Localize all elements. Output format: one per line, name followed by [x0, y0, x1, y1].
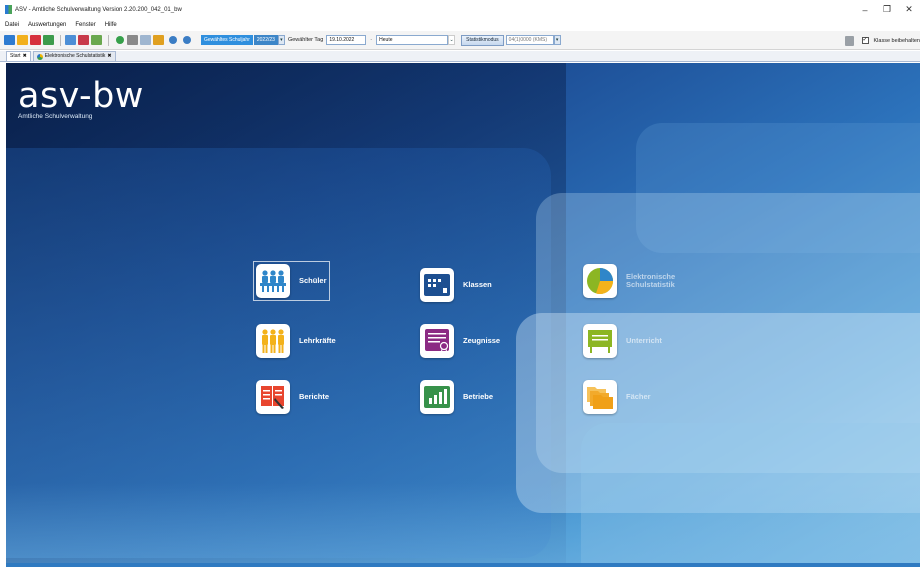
teachers-toolbar-icon[interactable] [17, 35, 28, 45]
companies-icon [420, 380, 454, 414]
keep-class-label: Klasse beibehalten [873, 37, 920, 44]
brand-logo: asv-bw Amtliche Schulverwaltung [18, 77, 144, 120]
schoolyear-select[interactable]: 2022/23 [253, 35, 278, 45]
bottom-strip [6, 563, 920, 567]
module-faecher-label: Fächer [626, 392, 651, 401]
toolbar-right: ✓ Klasse beibehalten [844, 31, 920, 50]
close-icon[interactable]: ✕ [898, 0, 920, 19]
close-icon[interactable]: ✖ [107, 52, 111, 61]
statistics-toolbar-icon[interactable] [91, 35, 102, 45]
module-schueler[interactable]: Schüler [253, 261, 330, 301]
module-zeugnisse-label: Zeugnisse [463, 336, 501, 345]
pie-chart-icon [583, 264, 617, 298]
help-icon[interactable] [183, 36, 191, 44]
module-unterricht[interactable]: Unterricht [583, 324, 662, 358]
module-lehrkraefte-label: Lehrkräfte [299, 336, 336, 345]
classes-toolbar-icon[interactable] [30, 35, 41, 45]
folders-icon [583, 380, 617, 414]
grades-toolbar-icon[interactable] [78, 35, 89, 45]
toolbar-separator [108, 34, 109, 46]
module-statistik[interactable]: Elektronische Schulstatistik [583, 264, 703, 298]
day-label: Gewählter Tag [287, 37, 324, 43]
module-lehrkraefte[interactable]: Lehrkräfte [256, 324, 336, 358]
module-berichte-label: Berichte [299, 392, 330, 401]
menu-datei[interactable]: Datei [5, 22, 19, 28]
tab-statistik-label: Elektronische Schulstatistik [44, 53, 106, 59]
filter-toolbar-icon[interactable] [153, 35, 164, 45]
module-unterricht-label: Unterricht [626, 336, 662, 345]
schoolyear-label: Gewähltes Schuljahr [201, 35, 253, 45]
module-berichte[interactable]: Berichte [256, 380, 329, 414]
day-input[interactable]: 19.10.2022 [326, 35, 367, 45]
report-toolbar-icon[interactable] [65, 35, 76, 45]
chevron-down-icon[interactable]: ▾ [277, 35, 285, 45]
module-faecher[interactable]: Fächer [583, 380, 651, 414]
lessons-toolbar-icon[interactable] [43, 35, 54, 45]
lessons-icon [583, 324, 617, 358]
module-betriebe-label: Betriebe [463, 392, 494, 401]
module-klassen-label: Klassen [463, 280, 492, 289]
day-separator: - [370, 37, 373, 43]
toolbar-separator [60, 34, 61, 46]
class-icon[interactable] [844, 35, 854, 46]
tab-start[interactable]: Start ✖ [6, 51, 31, 61]
menu-fenster[interactable]: Fenster [75, 22, 95, 28]
tab-start-label: Start [10, 53, 21, 59]
info-icon[interactable] [169, 36, 177, 44]
menu-auswertungen[interactable]: Auswertungen [28, 22, 66, 28]
menu-hilfe[interactable]: Hilfe [105, 22, 117, 28]
module-zeugnisse[interactable]: Zeugnisse [420, 324, 500, 358]
module-schueler-label: Schüler [299, 276, 327, 285]
tab-bar: Start ✖ Elektronische Schulstatistik ✖ [0, 51, 920, 62]
title-bar: ASV - Amtliche Schulverwaltung Version 2… [0, 0, 920, 19]
toolbar: Gewähltes Schuljahr 2022/23 ▾ Gewählter … [0, 31, 920, 50]
start-screen: asv-bw Amtliche Schulverwaltung Schüler [6, 63, 920, 567]
reports-icon [256, 380, 290, 414]
module-klassen[interactable]: Klassen [420, 268, 492, 302]
settings-toolbar-icon[interactable] [127, 35, 138, 45]
statistics-tab-icon [36, 53, 43, 60]
day-preset-select[interactable]: Heute [376, 35, 449, 45]
module-betriebe[interactable]: Betriebe [420, 380, 493, 414]
close-icon[interactable]: ✖ [23, 52, 27, 61]
print-toolbar-icon[interactable] [140, 35, 151, 45]
restore-icon[interactable]: ❐ [876, 0, 898, 19]
teachers-icon [256, 324, 290, 358]
chevron-down-icon[interactable]: ▾ [553, 35, 561, 45]
app-icon [5, 5, 12, 14]
refresh-icon[interactable] [116, 36, 124, 44]
background-shape [6, 483, 920, 567]
certificates-icon [420, 324, 454, 358]
menu-bar: Datei Auswertungen Fenster Hilfe [0, 19, 920, 30]
tab-statistik[interactable]: Elektronische Schulstatistik ✖ [32, 51, 116, 61]
minimize-icon[interactable]: – [854, 0, 876, 19]
module-statistik-label: Elektronische Schulstatistik [626, 272, 676, 289]
brand-name: asv-bw [18, 76, 144, 116]
classes-icon [420, 268, 454, 302]
window-controls: – ❐ ✕ [854, 0, 920, 19]
chevron-down-icon[interactable]: ⌄ [448, 35, 456, 45]
window-title: ASV - Amtliche Schulverwaltung Version 2… [15, 6, 182, 13]
statistics-mode-button[interactable]: Statistikmodus [461, 34, 504, 46]
keep-class-checkbox[interactable]: ✓ [861, 37, 869, 44]
students-toolbar-icon[interactable] [4, 35, 15, 45]
students-icon [256, 264, 290, 298]
statistics-mode-select[interactable]: 04(1)0000 (KMS) [505, 35, 554, 45]
